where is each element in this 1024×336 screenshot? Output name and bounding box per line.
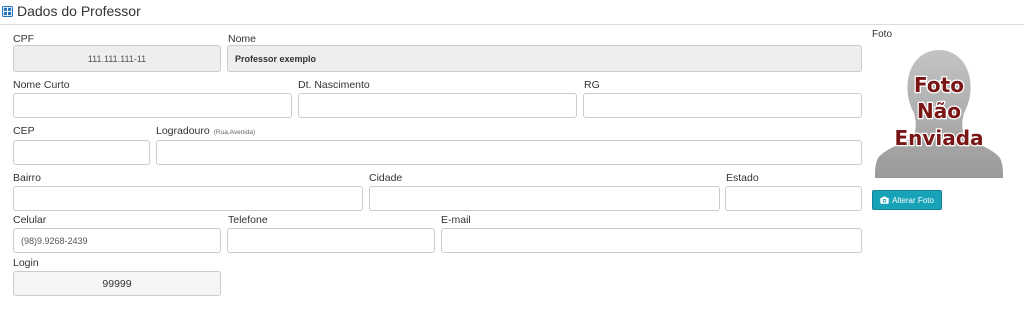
change-photo-button-label: Alterar Foto: [892, 195, 934, 205]
rg-label: RG: [584, 79, 600, 91]
camera-icon: [880, 196, 889, 204]
logradouro-field[interactable]: [156, 140, 862, 165]
cep-label: CEP: [13, 125, 35, 137]
estado-label: Estado: [726, 172, 759, 184]
cidade-label: Cidade: [369, 172, 403, 184]
page-header: Dados do Professor: [0, 0, 1024, 25]
grid-icon: [2, 6, 13, 17]
nome-field[interactable]: [227, 45, 862, 72]
telefone-label: Telefone: [228, 214, 268, 226]
cpf-label: CPF: [13, 33, 34, 45]
photo-text-line-3: Enviada: [894, 126, 983, 150]
change-photo-button[interactable]: Alterar Foto: [872, 190, 942, 210]
telefone-field[interactable]: [227, 228, 435, 253]
nome-curto-field[interactable]: [13, 93, 292, 118]
photo-text-line-1: Foto: [914, 73, 964, 97]
photo-text-line-2: Não: [917, 99, 961, 123]
page-title: Dados do Professor: [17, 3, 141, 19]
dt-nascimento-label: Dt. Nascimento: [298, 79, 370, 91]
logradouro-hint: (Rua,Avenida): [213, 129, 256, 136]
photo-label: Foto: [872, 29, 893, 40]
cpf-field[interactable]: [13, 45, 221, 72]
estado-field[interactable]: [725, 186, 862, 211]
nome-label: Nome: [228, 33, 257, 45]
photo-placeholder: Foto Não Enviada: [872, 46, 1006, 178]
email-field[interactable]: [441, 228, 862, 253]
bairro-label: Bairro: [13, 172, 42, 184]
logradouro-label-text: Logradouro: [156, 125, 210, 137]
nome-curto-label: Nome Curto: [13, 79, 70, 91]
login-field[interactable]: [13, 271, 221, 296]
bairro-field[interactable]: [13, 186, 363, 211]
celular-label: Celular: [13, 214, 47, 226]
dt-nascimento-field[interactable]: [298, 93, 577, 118]
login-label: Login: [13, 257, 39, 269]
rg-field[interactable]: [583, 93, 862, 118]
cep-field[interactable]: [13, 140, 150, 165]
cidade-field[interactable]: [369, 186, 720, 211]
logradouro-label: Logradouro (Rua,Avenida): [156, 125, 255, 137]
email-label: E-mail: [441, 214, 471, 226]
celular-field[interactable]: [13, 228, 221, 253]
